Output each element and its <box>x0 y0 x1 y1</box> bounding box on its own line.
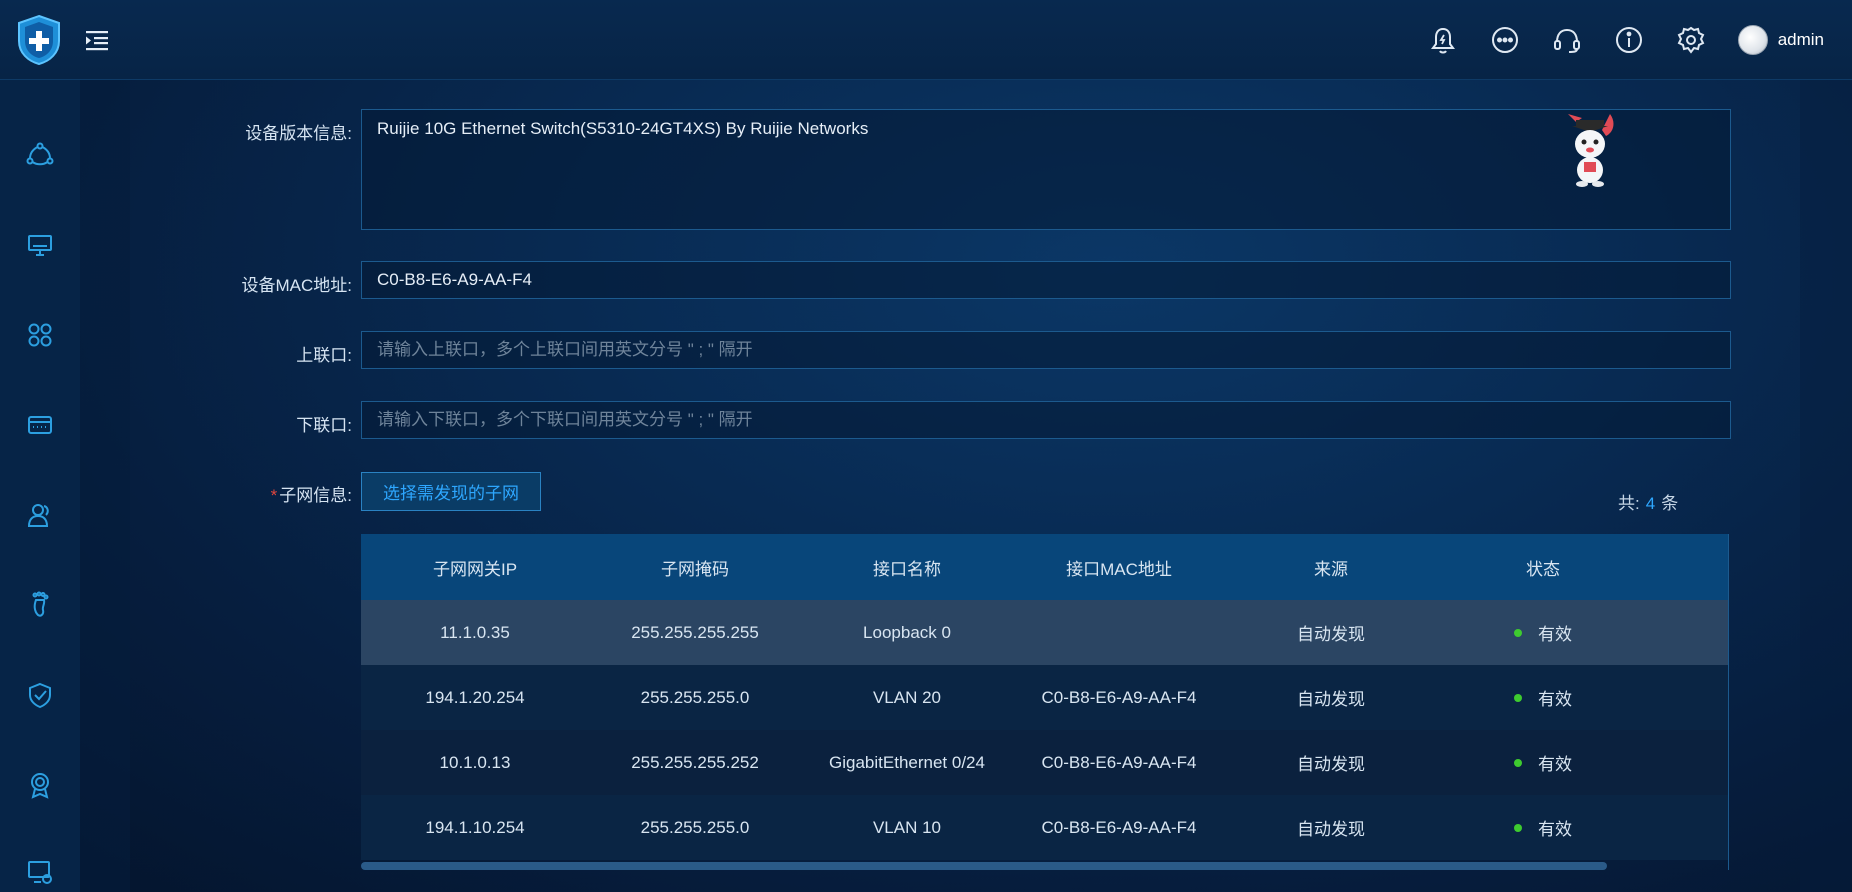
sidebar-item-screen-settings[interactable] <box>0 842 80 892</box>
cell-interface: VLAN 10 <box>872 817 942 837</box>
footprint-icon <box>32 591 49 617</box>
mac-label: 设备MAC地址: <box>241 276 353 295</box>
table-right-border <box>1728 534 1729 870</box>
bell-icon[interactable] <box>1426 23 1460 57</box>
device-icon <box>28 416 52 434</box>
sidebar-item-footprint[interactable] <box>0 575 80 635</box>
status-dot-icon <box>1514 693 1522 702</box>
sidebar-item-user[interactable] <box>0 485 80 545</box>
column-header-status: 状态 <box>1526 559 1560 579</box>
status-dot-icon <box>1514 758 1522 767</box>
more-icon[interactable] <box>1488 23 1522 57</box>
headset-icon[interactable] <box>1550 23 1584 57</box>
mac-field[interactable]: C0-B8-E6-A9-AA-F4 <box>361 261 1731 299</box>
status-dot-icon <box>1514 823 1522 832</box>
cell-gateway-ip: 11.1.0.35 <box>440 622 510 642</box>
version-textarea[interactable]: Ruijie 10G Ethernet Switch(S5310-24GT4XS… <box>361 109 1731 230</box>
status-text: 有效 <box>1538 755 1572 774</box>
cell-gateway-ip: 194.1.20.254 <box>425 687 525 707</box>
top-bar: admin <box>0 0 1852 80</box>
status-text: 有效 <box>1538 690 1572 709</box>
cell-mask: 255.255.255.255 <box>631 622 759 642</box>
cell-gateway-ip: 10.1.0.13 <box>439 752 511 772</box>
cell-source: 自动发现 <box>1297 820 1365 839</box>
left-panel-strip <box>80 80 130 892</box>
table-row[interactable]: 194.1.10.254 255.255.255.0 VLAN 10 C0-B8… <box>361 795 1729 860</box>
horizontal-scrollbar-thumb[interactable] <box>361 862 1607 870</box>
subnet-table: 子网网关IP 子网掩码 接口名称 接口MAC地址 来源 状态 11.1.0.35… <box>361 534 1729 860</box>
shield-logo-icon <box>18 14 60 66</box>
sidebar-item-monitor[interactable] <box>0 215 80 275</box>
sidebar <box>0 80 80 892</box>
column-header-mask: 子网掩码 <box>661 559 729 579</box>
avatar[interactable] <box>1737 25 1768 55</box>
total-count: 共: 4 条 <box>1618 489 1678 514</box>
column-header-gateway-ip: 子网网关IP <box>432 559 518 579</box>
status-text: 有效 <box>1538 625 1572 644</box>
sidebar-item-device[interactable] <box>0 395 80 455</box>
table-body: 11.1.0.35 255.255.255.255 Loopback 0 自动发… <box>361 600 1729 860</box>
column-header-interface: 接口名称 <box>873 559 941 579</box>
username[interactable]: admin <box>1778 30 1824 50</box>
uplink-input[interactable] <box>361 331 1731 369</box>
table-row[interactable]: 11.1.0.35 255.255.255.255 Loopback 0 自动发… <box>361 600 1729 665</box>
cell-mask: 255.255.255.252 <box>631 752 759 772</box>
cell-source: 自动发现 <box>1297 690 1365 709</box>
cell-interface-mac: C0-B8-E6-A9-AA-F4 <box>1041 817 1197 837</box>
info-icon[interactable] <box>1612 23 1646 57</box>
table-row[interactable]: 194.1.20.254 255.255.255.0 VLAN 20 C0-B8… <box>361 665 1729 730</box>
cell-interface: VLAN 20 <box>872 687 942 707</box>
uplink-label: 上联口: <box>296 346 352 365</box>
cell-source: 自动发现 <box>1297 755 1365 774</box>
award-icon <box>31 773 49 799</box>
table-row[interactable]: 10.1.0.13 255.255.255.252 GigabitEtherne… <box>361 730 1729 795</box>
total-number: 4 <box>1645 494 1656 513</box>
subnet-label: 子网信息: <box>279 486 352 505</box>
sidebar-item-award[interactable] <box>0 755 80 815</box>
menu-toggle-icon[interactable] <box>86 29 110 51</box>
shield-check-icon <box>29 682 51 709</box>
downlink-input[interactable] <box>361 401 1731 439</box>
cell-interface: GigabitEthernet 0/24 <box>829 752 985 772</box>
apps-icon <box>28 323 52 347</box>
version-value: Ruijie 10G Ethernet Switch(S5310-24GT4XS… <box>377 119 869 138</box>
top-actions: admin <box>1398 0 1824 80</box>
gear-icon[interactable] <box>1674 23 1708 57</box>
cell-mask: 255.255.255.0 <box>640 817 750 837</box>
column-header-source: 来源 <box>1314 559 1348 579</box>
right-panel-strip <box>1800 80 1852 892</box>
user-icon <box>27 504 49 527</box>
total-prefix: 共: <box>1618 494 1640 513</box>
version-label: 设备版本信息: <box>245 124 352 143</box>
table-header: 子网网关IP 子网掩码 接口名称 接口MAC地址 来源 状态 <box>361 534 1729 600</box>
total-suffix: 条 <box>1661 494 1679 513</box>
cell-status: 有效 <box>1437 815 1649 840</box>
cell-source: 自动发现 <box>1297 625 1365 644</box>
mascot-rabbit-icon <box>1568 114 1614 187</box>
status-dot-icon <box>1514 628 1522 637</box>
sidebar-item-topology[interactable] <box>0 125 80 185</box>
required-mark: * <box>270 486 278 505</box>
screen-settings-icon <box>28 861 52 884</box>
cell-interface-mac: C0-B8-E6-A9-AA-F4 <box>1041 687 1197 707</box>
cell-gateway-ip: 194.1.10.254 <box>425 817 525 837</box>
cell-status: 有效 <box>1437 685 1649 710</box>
cell-interface: Loopback 0 <box>863 622 951 642</box>
select-subnet-button[interactable]: 选择需发现的子网 <box>361 472 541 511</box>
cell-interface-mac: C0-B8-E6-A9-AA-F4 <box>1041 752 1197 772</box>
sidebar-item-security[interactable] <box>0 665 80 725</box>
monitor-icon <box>28 235 52 256</box>
mac-value: C0-B8-E6-A9-AA-F4 <box>377 270 532 289</box>
topology-icon <box>26 142 54 166</box>
status-text: 有效 <box>1538 820 1572 839</box>
downlink-label: 下联口: <box>296 416 352 435</box>
cell-status: 有效 <box>1437 750 1649 775</box>
column-header-interface-mac: 接口MAC地址 <box>1066 559 1172 579</box>
sidebar-item-apps[interactable] <box>0 305 80 365</box>
cell-mask: 255.255.255.0 <box>640 687 750 707</box>
cell-status: 有效 <box>1437 620 1649 645</box>
subnet-label-wrap: * 子网信息: <box>271 481 352 506</box>
